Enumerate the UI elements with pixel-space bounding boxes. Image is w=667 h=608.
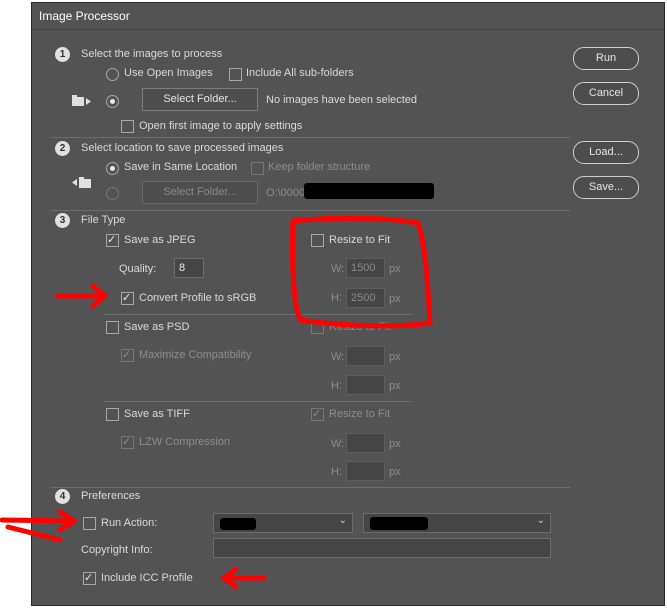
arrow-to-include-icc: [219, 566, 267, 590]
red-annotations: [0, 215, 433, 590]
arrow-to-run-action: [0, 509, 79, 543]
resize-highlight-scribble: [290, 215, 433, 329]
arrow-to-convert-profile: [54, 283, 109, 309]
